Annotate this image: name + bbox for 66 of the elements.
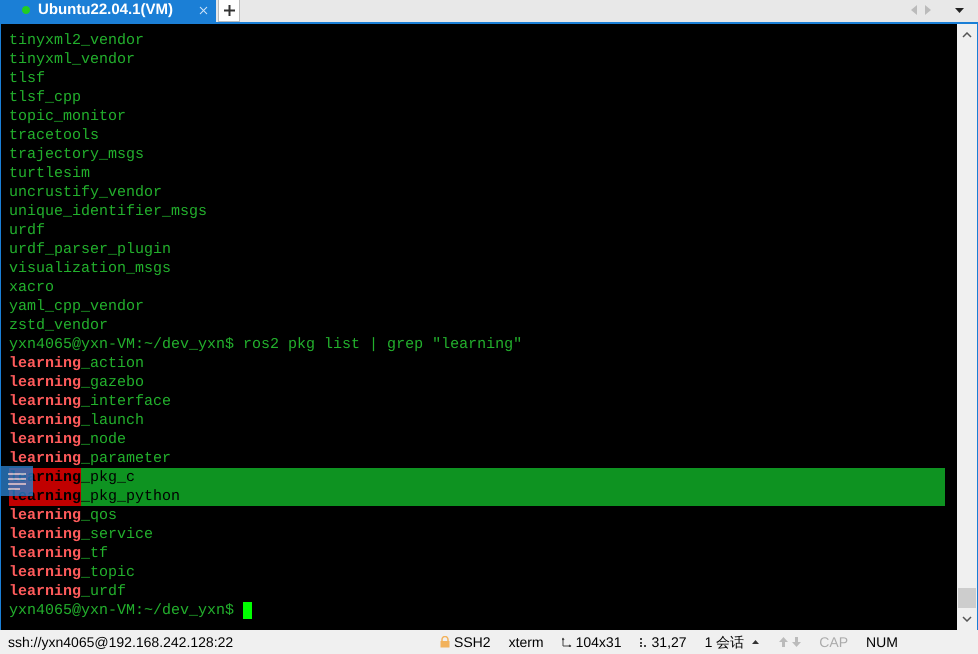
terminal-text: xacro [9, 278, 54, 297]
terminal-text: yaml_cpp_vendor [9, 297, 144, 316]
terminal-text: uncrustify_vendor [9, 183, 162, 202]
resize-icon [562, 637, 572, 647]
dropdown-icon[interactable] [955, 8, 964, 12]
terminal-text: tlsf [9, 69, 46, 88]
terminal-text: topic_monitor [9, 107, 126, 126]
caret-icon[interactable] [752, 640, 760, 644]
terminal-text: _service [81, 525, 154, 544]
match-text: learning [9, 449, 82, 468]
terminal-text: trajectory_msgs [9, 145, 144, 164]
status-text: CAP [819, 632, 848, 652]
scroll-down-icon[interactable] [962, 616, 972, 622]
terminal-text: _action [81, 354, 144, 373]
match-text: learning [9, 582, 82, 601]
terminal-text: tinyxml_vendor [9, 50, 136, 69]
tab-label: Ubuntu22.04.1(VM) [38, 0, 174, 20]
terminal-screen[interactable] [1, 24, 957, 630]
match-text: learning [9, 411, 82, 430]
status-text: 1 会话 [704, 632, 744, 652]
terminal-text: tinyxml2_vendor [9, 31, 144, 50]
terminal-text: yxn4065@yxn-VM:~/dev_yxn$ ros2 pkg list | grep "learning" [9, 335, 522, 354]
close-icon[interactable] [199, 6, 208, 14]
match-text: learning [9, 392, 82, 411]
status-text: xterm [508, 632, 544, 652]
terminal-text: yxn4065@yxn-VM:~/dev_yxn$ [9, 601, 236, 620]
scroll-up-icon[interactable] [962, 32, 972, 38]
terminal-text: turtlesim [9, 164, 90, 183]
match-text: learning [9, 354, 82, 373]
terminal-text: tracetools [9, 126, 100, 145]
scroll-thumb[interactable] [958, 588, 976, 608]
terminal-text: _gazebo [81, 373, 144, 392]
new-tab-button[interactable] [218, 0, 240, 22]
terminal-text: _launch [81, 411, 144, 430]
terminal-text: _pkg_c [81, 468, 136, 487]
terminal-text: _urdf [81, 582, 126, 601]
grid-icon [640, 637, 648, 647]
terminal-text: _topic [81, 563, 136, 582]
up-arrow-icon [779, 637, 788, 647]
status-text: SSH2 [454, 632, 491, 652]
terminal-text: _pkg_python [81, 487, 180, 506]
terminal-text: urdf_parser_plugin [9, 240, 172, 259]
lock-icon [440, 636, 450, 648]
terminal-text: _node [81, 430, 126, 449]
down-arrow-icon [792, 637, 802, 647]
match-text: learning [9, 430, 82, 449]
match-text: learning [9, 544, 82, 563]
terminal-text: _parameter [81, 449, 172, 468]
terminal-text: tlsf_cpp [9, 88, 82, 107]
status-text: ssh://yxn4065@192.168.242.128:22 [8, 632, 234, 652]
terminal-text: visualization_msgs [9, 259, 172, 278]
status-text: 31,27 [652, 632, 687, 652]
terminal-text: _tf [81, 544, 108, 563]
match-text: learning [9, 563, 82, 582]
terminal-text: _qos [81, 506, 118, 525]
terminal-text: _interface [81, 392, 172, 411]
terminal-text: urdf [9, 221, 46, 240]
terminal-text: zstd_vendor [9, 316, 108, 335]
terminal-text: unique_identifier_msgs [9, 202, 208, 221]
match-text: learning [9, 525, 82, 544]
match-text: learning [9, 373, 82, 392]
plus-icon [224, 4, 234, 16]
match-text: learning [9, 506, 82, 525]
status-text: NUM [866, 632, 898, 652]
session-tab[interactable]: Ubuntu22.04.1(VM) [0, 0, 216, 22]
status-text: 104x31 [576, 632, 622, 652]
